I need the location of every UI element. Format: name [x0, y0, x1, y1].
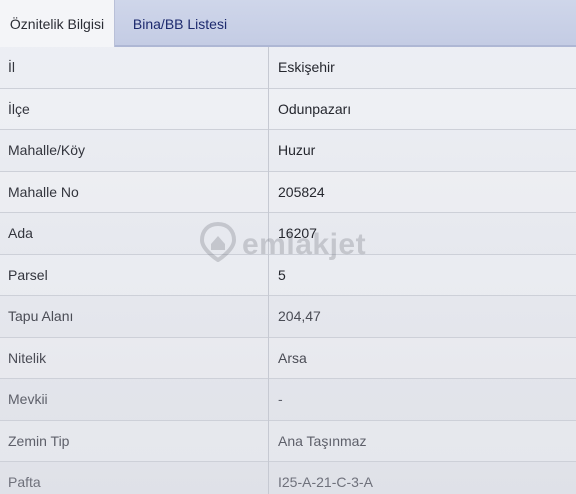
attribute-label: Mahalle/Köy [8, 142, 86, 159]
attribute-value: Odunpazarı [278, 100, 352, 117]
column-divider [268, 47, 269, 494]
attribute-row-ilce: İlçe Odunpazarı [0, 88, 576, 130]
attribute-row-pafta: Pafta I25-A-21-C-3-A [0, 462, 576, 494]
attribute-value: Arsa [278, 349, 307, 366]
attribute-row-ada: Ada 16207 [0, 213, 576, 255]
attribute-label: Ada [8, 225, 33, 242]
attribute-label: Nitelik [8, 349, 47, 366]
attribute-row-mevkii: Mevkii - [0, 379, 576, 421]
tab-bina-bb-listesi[interactable]: Bina/BB Listesi [115, 0, 245, 47]
attribute-label: Zemin Tip [8, 432, 70, 449]
attribute-value: 5 [278, 266, 286, 283]
attribute-value: Ana Taşınmaz [278, 432, 367, 449]
attribute-row-mahalle-koy: Mahalle/Köy Huzur [0, 130, 576, 172]
attribute-label: İl [8, 59, 15, 76]
attribute-row-parsel: Parsel 5 [0, 254, 576, 296]
attribute-value: 16207 [278, 225, 317, 242]
attribute-row-tapu-alani: Tapu Alanı 204,47 [0, 296, 576, 338]
attribute-label: Mevkii [8, 391, 48, 408]
attribute-label: Pafta [8, 474, 41, 491]
attribute-value: - [278, 391, 283, 408]
attribute-label: Tapu Alanı [8, 308, 74, 325]
attribute-table: İl Eskişehir İlçe Odunpazarı Mahalle/Köy… [0, 47, 576, 494]
attribute-panel: Öznitelik Bilgisi Bina/BB Listesi İl Esk… [0, 0, 576, 494]
attribute-row-zemin-tip: Zemin Tip Ana Taşınmaz [0, 420, 576, 462]
tab-oznitelik-bilgisi[interactable]: Öznitelik Bilgisi [0, 0, 115, 47]
tab-label: Öznitelik Bilgisi [9, 15, 105, 32]
attribute-row-il: İl Eskişehir [0, 47, 576, 89]
attribute-value: 205824 [278, 183, 325, 200]
attribute-row-nitelik: Nitelik Arsa [0, 337, 576, 379]
tab-bar: Öznitelik Bilgisi Bina/BB Listesi [0, 0, 576, 47]
attribute-value: I25-A-21-C-3-A [278, 474, 373, 491]
attribute-label: Parsel [8, 266, 48, 283]
attribute-value: Huzur [278, 142, 316, 159]
tab-label: Bina/BB Listesi [132, 15, 228, 32]
attribute-row-mahalle-no: Mahalle No 205824 [0, 171, 576, 213]
attribute-value: Eskişehir [278, 59, 335, 76]
attribute-label: Mahalle No [8, 183, 79, 200]
attribute-label: İlçe [8, 100, 30, 117]
attribute-value: 204,47 [278, 308, 321, 325]
